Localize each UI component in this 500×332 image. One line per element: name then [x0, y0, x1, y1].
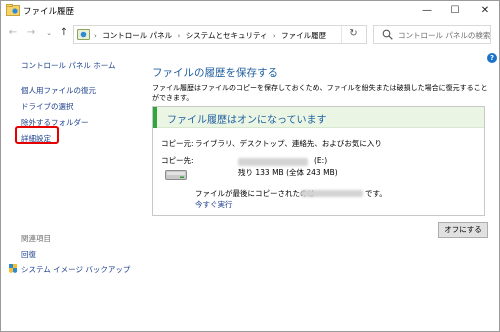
breadcrumb-separator: › [272, 32, 276, 40]
breadcrumb-control-panel[interactable]: コントロール パネル [102, 31, 172, 40]
turn-off-button[interactable]: オフにする [438, 222, 488, 238]
search-placeholder: コントロール パネルの検索 [398, 31, 491, 40]
control-panel-icon [77, 29, 90, 40]
shield-icon [9, 264, 17, 273]
page-description: ファイル履歴はファイルのコピーを保存しておくため、ファイルを紛失または破損した場… [152, 84, 488, 102]
drive-size: 残り 133 MB (全体 243 MB) [238, 168, 338, 177]
sidebar-item-control-panel-home[interactable]: コントロール パネル ホーム [21, 60, 116, 71]
last-copy-suffix: です。 [365, 189, 387, 198]
sidebar-item-recovery[interactable]: 回復 [21, 249, 36, 260]
advanced-settings-highlight [15, 126, 59, 144]
copy-from-label: コピー元: [161, 139, 194, 148]
related-heading: 関連項目 [21, 234, 51, 243]
last-copy-date-redacted [301, 190, 363, 197]
file-history-icon [6, 4, 20, 16]
refresh-button[interactable]: ↻ [341, 26, 365, 43]
sidebar-item-system-image-backup[interactable]: システム イメージ バックアップ [21, 264, 130, 275]
status-header: ファイル履歴はオンになっています [153, 107, 484, 128]
search-icon [382, 29, 393, 40]
status-panel: ファイル履歴はオンになっています コピー元: ライブラリ、デスクトップ、連絡先、… [152, 106, 485, 216]
file-history-window: ファイル履歴 — ☐ ✕ ← → ⌄ ↑ › コントロール パネル › システム… [0, 0, 500, 332]
title-bar: ファイル履歴 — ☐ ✕ [1, 1, 499, 20]
status-bar [153, 107, 157, 128]
copy-to-label: コピー先: [161, 156, 194, 165]
back-button[interactable]: ← [6, 26, 20, 40]
sidebar-item-select-drive[interactable]: ドライブの選択 [21, 101, 74, 112]
status-title: ファイル履歴はオンになっています [167, 115, 327, 126]
drive-letter: (E:) [314, 156, 328, 165]
copy-from-value: ライブラリ、デスクトップ、連絡先、およびお気に入り [195, 139, 382, 148]
forward-button[interactable]: → [24, 26, 38, 40]
breadcrumb: › コントロール パネル › システムとセキュリティ › ファイル履歴 [94, 30, 329, 41]
breadcrumb-separator: › [94, 32, 97, 40]
navigation-bar: ← → ⌄ ↑ › コントロール パネル › システムとセキュリティ › ファイ… [1, 22, 499, 46]
sidebar: コントロール パネル ホーム 個人用ファイルの復元 ドライブの選択 除外するフォ… [1, 47, 141, 331]
breadcrumb-separator: › [177, 32, 181, 40]
drive-icon [165, 170, 187, 180]
maximize-button[interactable]: ☐ [441, 1, 469, 20]
close-button[interactable]: ✕ [471, 1, 499, 20]
search-input[interactable]: コントロール パネルの検索 [373, 25, 491, 44]
page-title: ファイルの履歴を保存する [152, 67, 278, 79]
address-bar[interactable]: › コントロール パネル › システムとセキュリティ › ファイル履歴 ⌄ [73, 25, 403, 44]
help-icon[interactable]: ? [487, 53, 497, 63]
breadcrumb-file-history[interactable]: ファイル履歴 [281, 31, 326, 40]
drive-name-redacted [238, 158, 308, 166]
run-now-link[interactable]: 今すぐ実行 [195, 199, 233, 210]
up-button[interactable]: ↑ [57, 26, 71, 40]
minimize-button[interactable]: — [413, 1, 441, 20]
window-title: ファイル履歴 [23, 7, 75, 17]
recent-locations-button[interactable]: ⌄ [42, 26, 56, 40]
last-copy-text: ファイルが最後にコピーされたのは [195, 189, 315, 198]
sidebar-item-restore-personal-files[interactable]: 個人用ファイルの復元 [21, 85, 96, 96]
breadcrumb-system-security[interactable]: システムとセキュリティ [186, 31, 268, 40]
